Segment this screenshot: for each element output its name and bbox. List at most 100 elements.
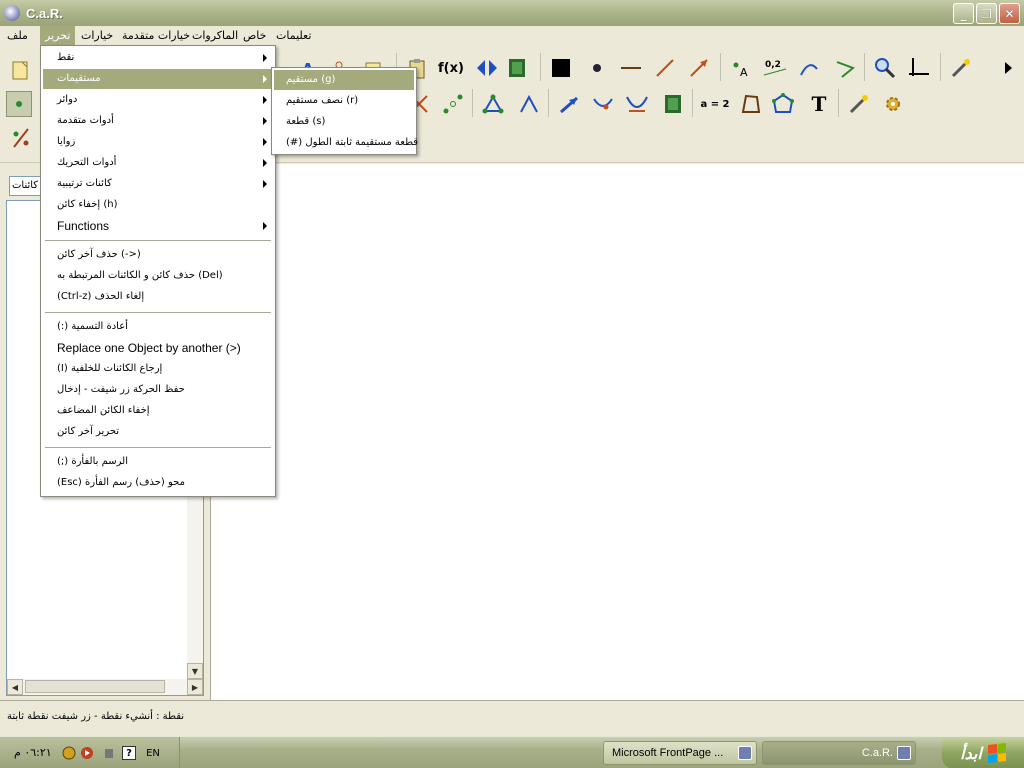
menu-bar: ملف تحرير خيارات خيارات متقدمة الماكروات… — [0, 26, 1024, 45]
move-arrow-icon[interactable] — [556, 91, 582, 117]
magic-wand-icon[interactable] — [948, 55, 974, 81]
submenu-arrow-icon — [263, 180, 267, 188]
text-tool-icon[interactable]: T — [806, 91, 832, 117]
menu-ordered-objects[interactable]: كائنات ترتيبية — [43, 174, 273, 194]
language-indicator[interactable]: EN — [144, 746, 162, 760]
new-file-icon[interactable] — [8, 57, 34, 83]
menu-save-motion[interactable]: حفظ الحركة زر شيفت - إدخال — [43, 380, 273, 400]
horizontal-scroll-thumb[interactable] — [25, 680, 165, 693]
menu-points[interactable]: نقط — [43, 48, 273, 68]
drawing-canvas[interactable] — [210, 164, 1024, 700]
point-label-icon[interactable]: A — [728, 55, 754, 81]
submenu-arrow-icon — [263, 54, 267, 62]
axes-icon[interactable] — [906, 55, 932, 81]
menu-erase-mouse-draw[interactable]: (Esc) محو (حذف) رسم الفأرة — [43, 473, 273, 493]
submenu-arrow-icon — [263, 96, 267, 104]
coordinates-icon[interactable]: 0,2 — [762, 55, 788, 81]
dot-icon[interactable] — [584, 55, 610, 81]
menu-send-to-back[interactable]: (I) إرجاع الكائنات للخلفية — [43, 359, 273, 379]
svg-text:A: A — [740, 66, 748, 79]
polygon-icon[interactable] — [770, 91, 796, 117]
title-bar[interactable]: C.a.R. _ ❐ ✕ — [0, 0, 1024, 26]
menu-separator — [45, 312, 271, 314]
scroll-down-icon[interactable]: ▼ — [187, 663, 203, 679]
objects-horizontal-scrollbar[interactable]: ◀ ▶ — [7, 679, 203, 695]
triangle-points-icon[interactable] — [480, 91, 506, 117]
perpendicular-icon[interactable] — [516, 91, 542, 117]
menu-functions[interactable]: Functions — [43, 216, 273, 236]
scroll-right-icon[interactable]: ▶ — [187, 679, 203, 695]
expression-icon[interactable]: a = 2 — [700, 91, 730, 117]
clock[interactable]: ٠٦:٢١ م — [14, 746, 52, 759]
close-button[interactable]: ✕ — [999, 3, 1020, 24]
menu-replace-object[interactable]: Replace one Object by another (>) — [43, 338, 273, 358]
system-tray: ٠٦:٢١ م ? EN — [0, 737, 180, 768]
track-icon[interactable] — [590, 91, 616, 117]
macro-wand-icon[interactable] — [846, 91, 872, 117]
menu-options[interactable]: خيارات — [76, 26, 118, 45]
menu-lines[interactable]: مستقيمات — [43, 69, 273, 89]
submenu-ray[interactable]: نصف مستقيم (r) — [274, 91, 414, 111]
menu-hide-duplicate[interactable]: إخفاء الكائن المضاعف — [43, 401, 273, 421]
volume-icon[interactable] — [102, 746, 116, 760]
zoom-icon[interactable] — [872, 55, 898, 81]
scroll-left-icon[interactable]: ◀ — [7, 679, 23, 695]
menu-hide-object[interactable]: إخفاء كائن (h) — [43, 195, 273, 215]
ratio-tool-icon[interactable] — [8, 125, 34, 151]
task-frontpage[interactable]: Microsoft FrontPage ... — [603, 741, 757, 765]
menu-mouse-draw[interactable]: (;) الرسم بالفأرة — [43, 452, 273, 472]
menu-file[interactable]: ملف — [2, 26, 33, 45]
network-icon[interactable] — [62, 746, 76, 760]
arrow-diagonal-icon[interactable] — [652, 55, 678, 81]
function-icon[interactable]: f(x) — [438, 55, 464, 81]
animation-film-icon[interactable] — [504, 55, 530, 81]
menu-delete-object[interactable]: حذف كائن و الكائنات المرتبطة به (Del) — [43, 266, 273, 286]
submenu-fixed-segment[interactable]: (#) قطعة مستقيمة ثابتة الطول — [274, 133, 418, 153]
toolbar-more-arrow-icon[interactable] — [1000, 55, 1016, 81]
start-label: ابدأ — [960, 743, 982, 763]
vector-icon[interactable] — [686, 55, 712, 81]
media-icon[interactable] — [80, 746, 94, 760]
menu-undo-delete[interactable]: (Ctrl-z) إلغاء الحذف — [43, 287, 273, 307]
angle-icon[interactable] — [832, 55, 858, 81]
menu-separator — [45, 447, 271, 449]
menu-separator — [45, 240, 271, 242]
point-tool-icon[interactable] — [6, 91, 32, 117]
menu-angles[interactable]: زوايا — [43, 132, 273, 152]
reflect-icon[interactable] — [474, 55, 500, 81]
status-text: نقطة : أنشيء نقطة - زر شيفت نقطة ثابتة — [7, 711, 185, 722]
submenu-segment[interactable]: قطعة (s) — [274, 112, 414, 132]
minimize-button[interactable]: _ — [953, 3, 974, 24]
menu-rename[interactable]: (:) أعادة التسمية — [43, 317, 273, 337]
submenu-line[interactable]: مستقيم (g) — [274, 70, 414, 90]
help-icon[interactable]: ? — [122, 746, 136, 760]
menu-move-tools[interactable]: أدوات التحريك — [43, 153, 273, 173]
menu-advanced-options[interactable]: خيارات متقدمة — [117, 26, 195, 45]
locus-icon[interactable] — [624, 91, 650, 117]
menu-edit-last[interactable]: تحرير آخر كائن — [43, 422, 273, 442]
task-car[interactable]: C.a.R. — [762, 741, 916, 765]
arc-icon[interactable] — [796, 55, 822, 81]
submenu-arrow-icon — [263, 117, 267, 125]
app-icon — [4, 5, 20, 21]
menu-edit[interactable]: تحرير — [40, 26, 76, 45]
midpoint-icon[interactable] — [440, 91, 466, 117]
menu-advanced-tools[interactable]: أدوات متقدمة — [43, 111, 273, 131]
film-strip-icon[interactable] — [660, 91, 686, 117]
gear-icon[interactable] — [880, 91, 906, 117]
quadrilateral-icon[interactable] — [738, 91, 764, 117]
maximize-button[interactable]: ❐ — [976, 3, 997, 24]
fill-square-icon[interactable] — [548, 55, 574, 81]
line-style-icon[interactable] — [618, 55, 644, 81]
start-button[interactable]: ابدأ — [942, 737, 1024, 768]
menu-macros[interactable]: الماكروات — [187, 26, 243, 45]
menu-delete-last[interactable]: حذف آخر كائن (->) — [43, 245, 273, 265]
menu-circles[interactable]: دوائر — [43, 90, 273, 110]
menu-help[interactable]: تعليمات — [271, 26, 316, 45]
menu-special[interactable]: خاص — [238, 26, 271, 45]
window-title: C.a.R. — [26, 5, 63, 21]
submenu-arrow-icon — [263, 138, 267, 146]
lines-submenu: مستقيم (g) نصف مستقيم (r) قطعة (s) (#) ق… — [271, 67, 418, 155]
frontpage-icon — [738, 746, 752, 760]
window-controls: _ ❐ ✕ — [953, 3, 1020, 24]
